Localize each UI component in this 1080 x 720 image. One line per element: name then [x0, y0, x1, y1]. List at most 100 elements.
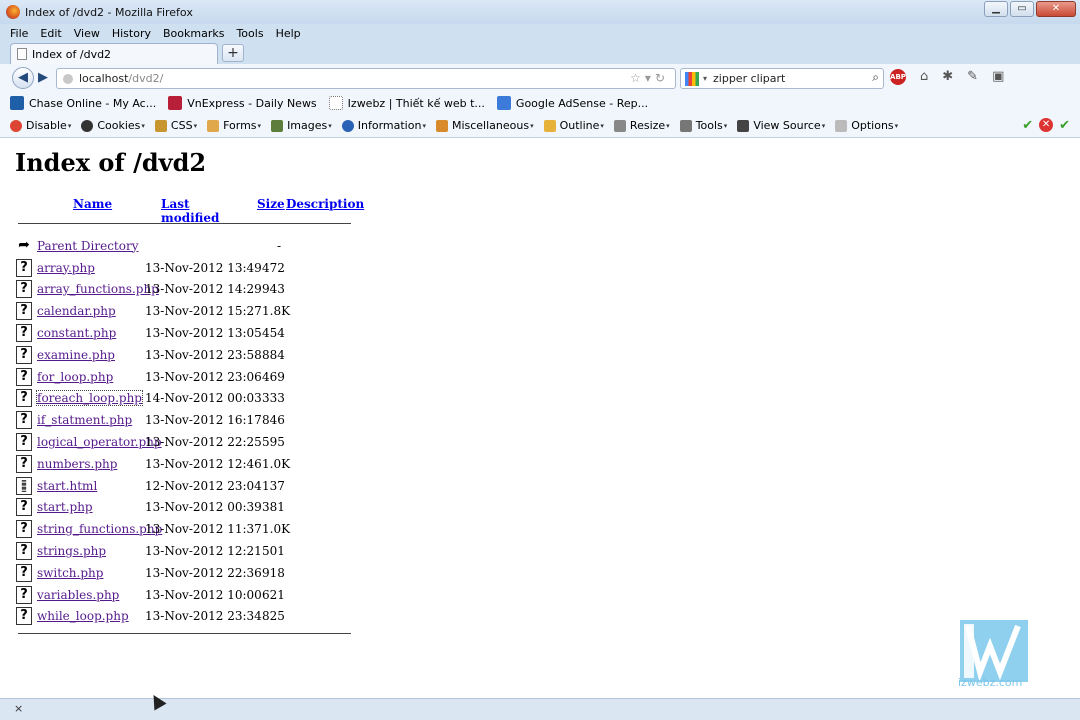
new-tab-button[interactable]: +	[222, 44, 244, 62]
file-link[interactable]: string_functions.php	[37, 522, 162, 536]
tools-icon[interactable]: ✎	[967, 69, 978, 85]
file-link[interactable]: start.html	[37, 479, 97, 493]
bookmark-adsense[interactable]: Google AdSense - Rep...	[496, 96, 648, 110]
maximize-button[interactable]: ▭	[1010, 1, 1034, 17]
menu-tools[interactable]: Tools	[234, 27, 265, 40]
file-size: 884	[262, 347, 285, 362]
file-link[interactable]: strings.php	[37, 544, 106, 558]
file-row: ? for_loop.php 13-Nov-2012 23:06 469	[16, 366, 356, 387]
url-host: localhost	[79, 72, 129, 85]
file-link[interactable]: while_loop.php	[37, 609, 129, 623]
forward-button[interactable]: ▶	[38, 70, 48, 85]
search-bar[interactable]: ▾ zipper clipart ⌕	[680, 68, 884, 89]
parent-directory-row: ➦ Parent Directory -	[16, 235, 356, 256]
home-icon[interactable]: ⌂	[920, 69, 928, 85]
unknown-file-icon: ?	[16, 411, 32, 430]
unknown-file-icon: ?	[16, 520, 32, 539]
file-link[interactable]: calendar.php	[37, 304, 116, 318]
menu-file[interactable]: File	[8, 27, 30, 40]
css-icon	[154, 119, 167, 132]
menu-edit[interactable]: Edit	[38, 27, 63, 40]
file-link[interactable]: if_statment.php	[37, 413, 132, 427]
file-row: ? switch.php 13-Nov-2012 22:36 918	[16, 562, 356, 583]
sort-by-modified-link[interactable]: Last modified	[161, 197, 219, 225]
tab-index-dvd2[interactable]: Index of /dvd2	[10, 43, 218, 64]
adblock-icon[interactable]: ABP	[890, 69, 906, 85]
html-valid-check-icon[interactable]: ✔	[1059, 118, 1070, 133]
menu-help[interactable]: Help	[274, 27, 303, 40]
file-link[interactable]: foreach_loop.php	[36, 390, 143, 407]
unknown-file-icon: ?	[16, 585, 32, 604]
file-modified: 13-Nov-2012 00:39	[145, 500, 262, 515]
page-icon	[17, 48, 27, 60]
url-bar[interactable]: localhost/dvd2/ ☆▾↻	[56, 68, 676, 89]
css-valid-check-icon[interactable]: ✔	[1022, 118, 1033, 133]
menu-bookmarks[interactable]: Bookmarks	[161, 27, 226, 40]
parent-size: -	[277, 238, 282, 253]
images-icon	[271, 119, 284, 132]
file-row: ? if_statment.php 13-Nov-2012 16:17 846	[16, 410, 356, 431]
dev-resize[interactable]: Resize ▾	[613, 119, 670, 132]
file-modified: 13-Nov-2012 22:25	[145, 434, 262, 449]
search-engine-dropdown-icon[interactable]: ▾	[703, 74, 707, 83]
window-title: Index of /dvd2 - Mozilla Firefox	[25, 5, 193, 19]
file-row: ? variables.php 13-Nov-2012 10:00 621	[16, 584, 356, 605]
dev-css[interactable]: CSS ▾	[154, 119, 197, 132]
dev-information[interactable]: Information ▾	[341, 119, 426, 132]
file-link[interactable]: variables.php	[37, 588, 119, 602]
bookmark-vnexpress[interactable]: VnExpress - Daily News	[168, 96, 317, 110]
back-button[interactable]: ◀	[12, 67, 34, 89]
dev-view-source[interactable]: View Source ▾	[737, 119, 825, 132]
miscellaneous-icon	[435, 119, 448, 132]
sort-by-name-link[interactable]: Name	[73, 197, 112, 211]
file-link[interactable]: array.php	[37, 261, 95, 275]
file-link[interactable]: examine.php	[37, 348, 115, 362]
file-size: 1.0K	[262, 456, 291, 471]
file-link[interactable]: for_loop.php	[37, 370, 113, 384]
file-modified: 12-Nov-2012 23:04	[145, 478, 262, 493]
dev-tools[interactable]: Tools ▾	[679, 119, 727, 132]
resize-icon	[613, 119, 626, 132]
unknown-file-icon: ?	[16, 345, 32, 364]
bookmark-star-icon[interactable]: ☆▾↻	[630, 71, 669, 85]
file-modified: 13-Nov-2012 12:21	[145, 543, 262, 558]
dev-options[interactable]: Options ▾	[835, 119, 898, 132]
file-size: 943	[262, 282, 285, 297]
minimize-button[interactable]: ▁	[984, 1, 1008, 17]
menu-history[interactable]: History	[110, 27, 153, 40]
dev-forms[interactable]: Forms ▾	[207, 119, 261, 132]
file-link[interactable]: start.php	[37, 500, 93, 514]
close-addon-bar-icon[interactable]: ×	[14, 702, 23, 715]
file-row: ? constant.php 13-Nov-2012 13:05 454	[16, 322, 356, 343]
watermark-text: izwebz.com	[958, 676, 1023, 689]
dev-outline[interactable]: Outline ▾	[543, 119, 604, 132]
search-icon[interactable]: ⌕	[872, 70, 879, 85]
file-link[interactable]: logical_operator.php	[37, 435, 162, 449]
close-window-button[interactable]: ✕	[1036, 1, 1076, 17]
downloads-icon[interactable]: ▣	[992, 69, 1004, 85]
dev-miscellaneous[interactable]: Miscellaneous ▾	[435, 119, 534, 132]
firefox-icon	[6, 5, 20, 19]
unknown-file-icon: ?	[16, 607, 32, 626]
extension-icon[interactable]: ✱	[942, 69, 953, 85]
search-input[interactable]: zipper clipart	[713, 72, 785, 85]
file-link[interactable]: numbers.php	[37, 457, 117, 471]
file-link[interactable]: array_functions.php	[37, 282, 159, 296]
sort-by-size-link[interactable]: Size	[257, 197, 285, 211]
bookmark-izwebz[interactable]: Izwebz | Thiết kế web t...	[328, 96, 485, 110]
file-modified: 13-Nov-2012 15:27	[145, 304, 262, 319]
file-link[interactable]: switch.php	[37, 566, 103, 580]
dev-cookies[interactable]: Cookies ▾	[81, 119, 145, 132]
dev-disable[interactable]: Disable ▾	[10, 119, 71, 132]
menu-view[interactable]: View	[72, 27, 102, 40]
parent-directory-link[interactable]: Parent Directory	[37, 239, 138, 253]
options-icon	[835, 119, 848, 132]
bookmark-chase[interactable]: Chase Online - My Ac...	[10, 96, 156, 110]
text-file-icon: ≡ ≡ ≡	[16, 476, 32, 495]
sort-by-description-link[interactable]: Description	[286, 197, 364, 211]
google-icon[interactable]	[685, 71, 699, 86]
dev-images[interactable]: Images ▾	[271, 119, 332, 132]
file-modified: 13-Nov-2012 12:46	[145, 456, 262, 471]
javascript-error-icon[interactable]: ✕	[1039, 118, 1054, 132]
file-link[interactable]: constant.php	[37, 326, 116, 340]
